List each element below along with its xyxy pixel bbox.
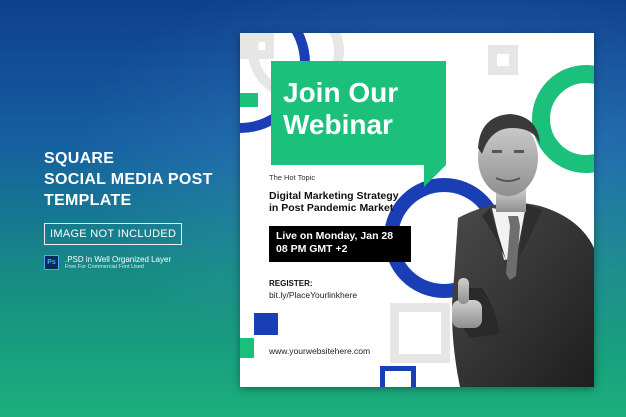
promo-text-block: SQUARE SOCIAL MEDIA POST TEMPLATE IMAGE …	[44, 148, 213, 271]
image-not-included-badge: IMAGE NOT INCLUDED	[44, 223, 183, 245]
webinar-title: Join Our Webinar	[283, 77, 398, 141]
website-url[interactable]: www.yourwebsitehere.com	[269, 346, 370, 356]
headline-line-3: TEMPLATE	[44, 192, 132, 209]
grey-square-outline-shape	[488, 45, 518, 75]
psd-info-line-1: .PSD in Well Organized Layer	[65, 255, 172, 264]
businessman-thumbs-up-photo	[452, 114, 594, 387]
title-speech-bubble: Join Our Webinar	[271, 61, 446, 165]
promo-headline: SQUARE SOCIAL MEDIA POST TEMPLATE	[44, 148, 213, 211]
webinar-post-card: Join Our Webinar The Hot Topic Digital M…	[240, 33, 594, 387]
blue-square-outline-shape	[380, 366, 416, 387]
psd-info-text: .PSD in Well Organized Layer Free For Co…	[65, 255, 171, 271]
photoshop-icon: Ps	[44, 255, 59, 270]
headline-line-2: SOCIAL MEDIA POST	[44, 171, 213, 188]
register-link[interactable]: bit.ly/PlaceYourlinkhere	[269, 290, 357, 300]
psd-info-line-2: Free For Commercial Font Used	[65, 264, 144, 270]
live-date-line-1: Live on Monday, Jan 28	[276, 230, 394, 242]
live-date-line-2: 08 PM GMT +2	[276, 243, 348, 255]
green-block-shape	[240, 93, 258, 107]
topic-title: Digital Marketing Strategy in Post Pande…	[269, 190, 429, 214]
green-block-shape	[240, 338, 254, 358]
title-line-2: Webinar	[283, 109, 393, 140]
title-line-1: Join Our	[283, 77, 399, 108]
headline-line-1: SQUARE	[44, 150, 115, 167]
register-label: REGISTER:	[269, 279, 313, 288]
blue-square-shape	[254, 313, 278, 335]
live-date-box: Live on Monday, Jan 28 08 PM GMT +2	[269, 226, 411, 262]
topic-line-1: Digital Marketing Strategy	[269, 190, 399, 202]
hot-topic-label: The Hot Topic	[269, 173, 316, 182]
topic-line-2: in Post Pandemic Market	[269, 202, 394, 214]
psd-info-row: Ps .PSD in Well Organized Layer Free For…	[44, 255, 213, 271]
